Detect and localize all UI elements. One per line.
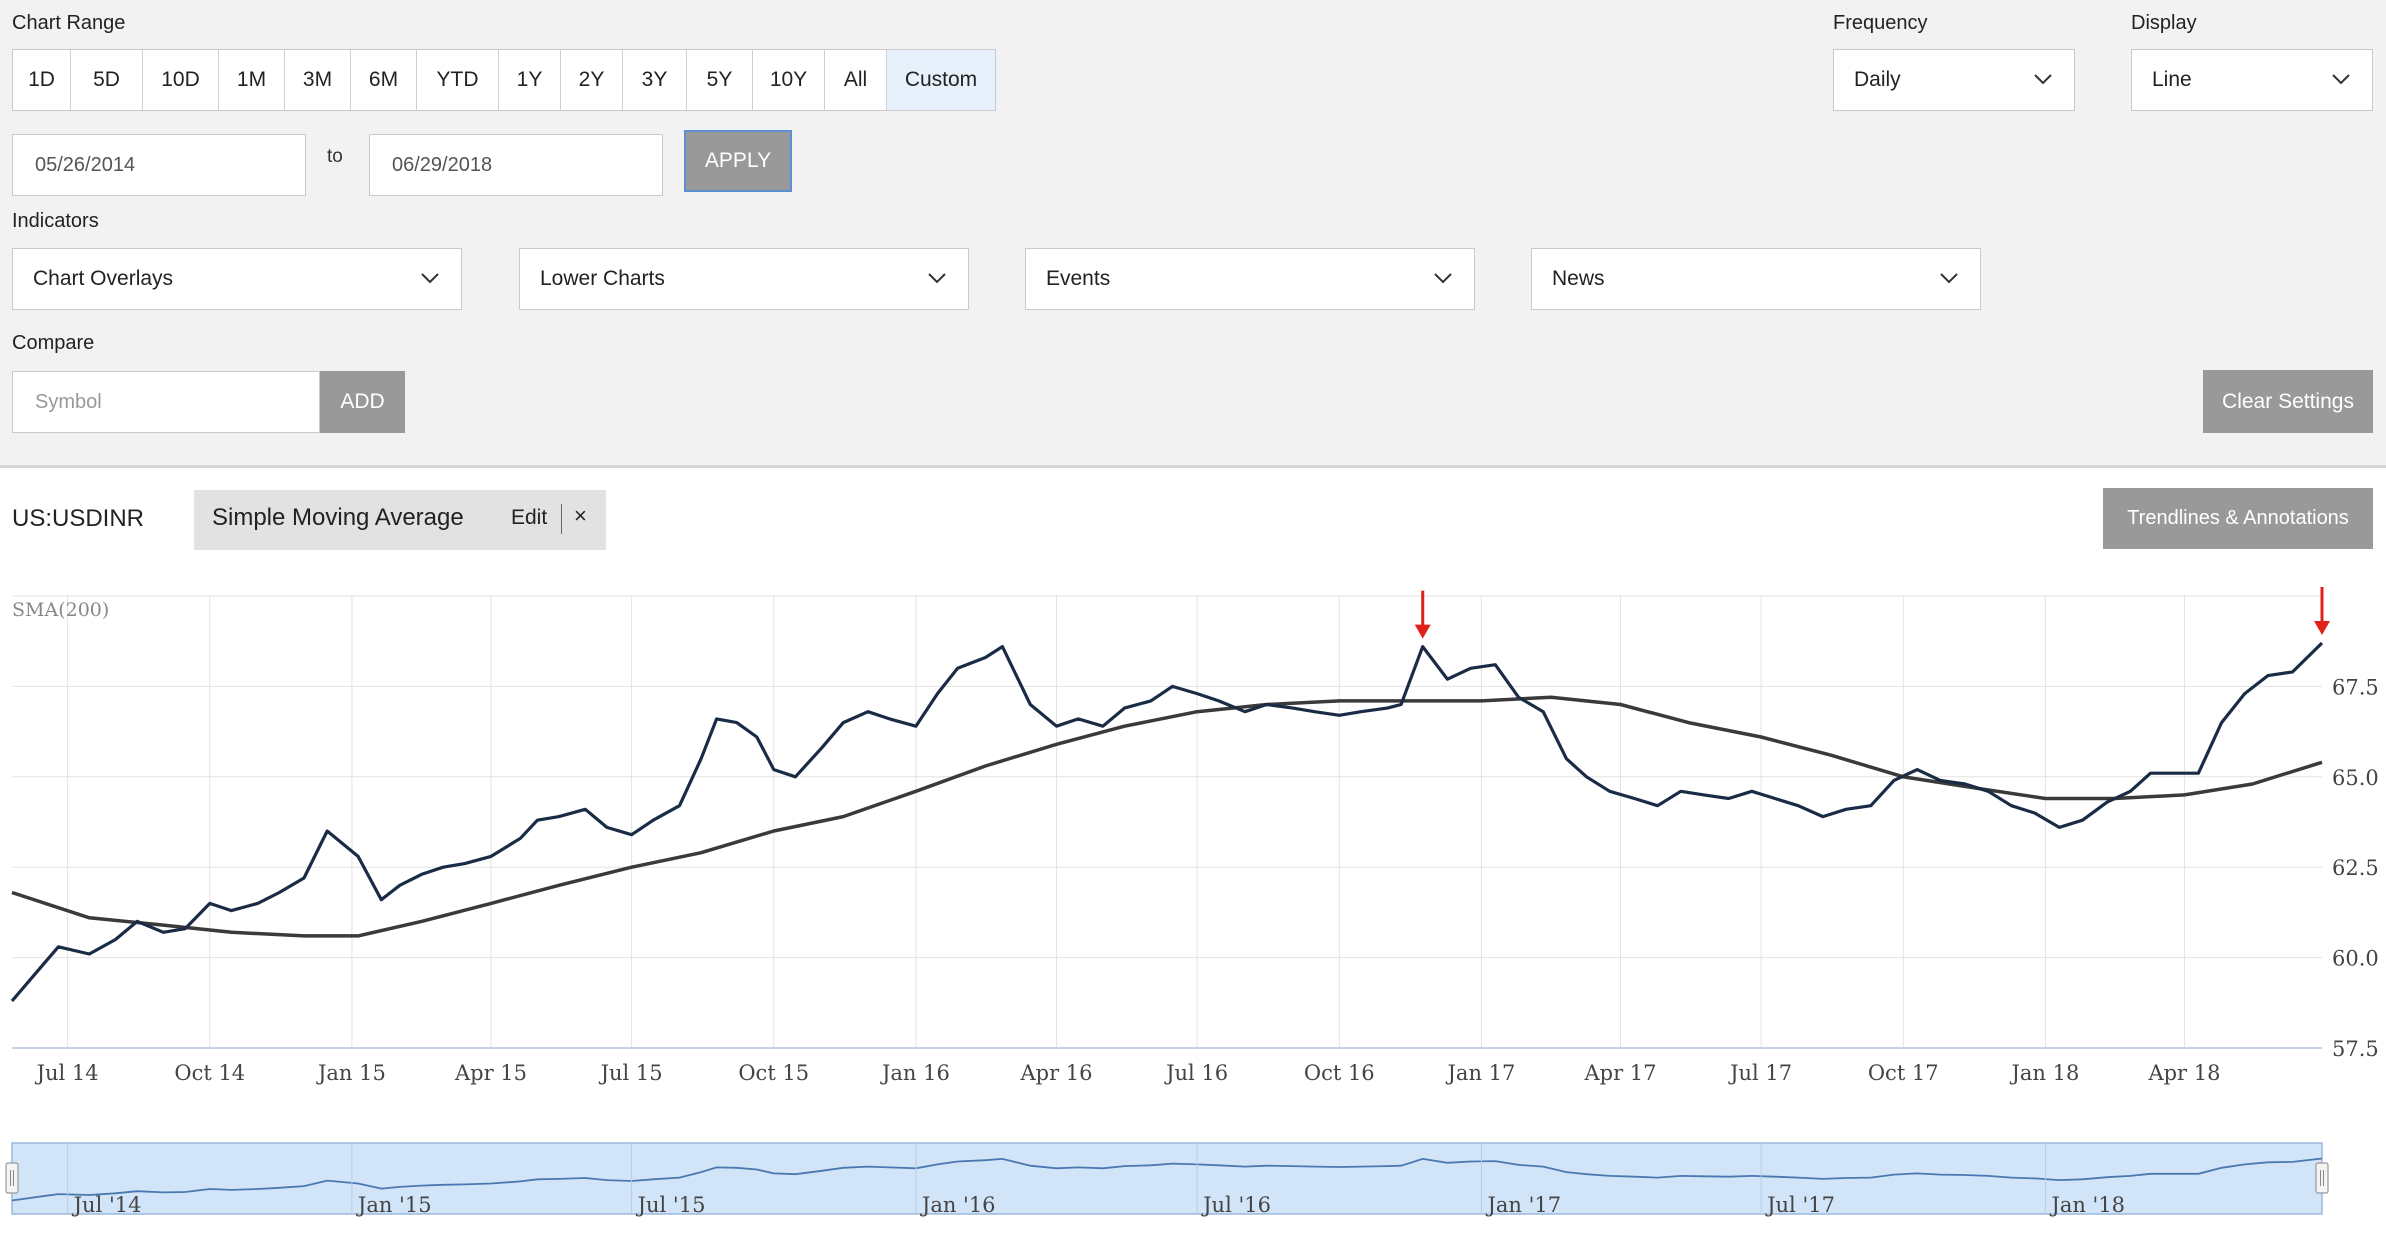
navigator-tick-label: Jan '18 [2049, 1193, 2125, 1217]
frequency-label: Frequency [1833, 12, 1928, 34]
clear-settings-button[interactable]: Clear Settings [2203, 370, 2373, 433]
range-button-5d[interactable]: 5D [71, 50, 143, 110]
x-tick-label: Jan 16 [880, 1061, 950, 1085]
y-tick-label: 67.5 [2332, 675, 2379, 699]
chevron-down-icon [421, 273, 439, 284]
x-tick-label: Jul 14 [35, 1061, 99, 1085]
overlay-name: Simple Moving Average [212, 504, 464, 531]
x-tick-label: Oct 14 [174, 1061, 245, 1085]
settings-panel: Chart Range 1D 5D 10D 1M 3M 6M YTD 1Y 2Y 3Y 5Y 10Y A… [0, 0, 2386, 468]
range-button-1m[interactable]: 1M [219, 50, 285, 110]
y-tick-label: 57.5 [2332, 1037, 2379, 1061]
indicator-dropdown-label: Lower Charts [540, 267, 665, 290]
navigator-left-handle[interactable] [5, 1162, 19, 1194]
y-tick-label: 62.5 [2332, 856, 2379, 880]
chart-range-label: Chart Range [12, 12, 126, 34]
price-chart: Jul 14 Oct 14 Jan 15 Apr 15 Jul 15 Oct 15 Jan … [5, 587, 2379, 1217]
indicator-dropdown-chart-overlays[interactable]: Chart Overlays [12, 248, 462, 310]
x-tick-label: Apr 15 [454, 1061, 527, 1085]
display-select[interactable]: Line [2131, 49, 2373, 111]
navigator-tick-label: Jul '17 [1765, 1193, 1835, 1217]
indicator-dropdown-events[interactable]: Events [1025, 248, 1475, 310]
range-button-all[interactable]: All [825, 50, 887, 110]
display-label: Display [2131, 12, 2197, 34]
annotation-arrow-head [1414, 624, 1431, 639]
x-tick-label: Jan 15 [316, 1061, 386, 1085]
x-tick-label: Jul 17 [1728, 1061, 1792, 1085]
range-button-10y[interactable]: 10Y [753, 50, 825, 110]
range-button-6m[interactable]: 6M [351, 50, 417, 110]
frequency-value: Daily [1854, 68, 1901, 91]
separator [561, 504, 562, 534]
range-button-3y[interactable]: 3Y [623, 50, 687, 110]
range-button-ytd[interactable]: YTD [417, 50, 499, 110]
x-tick-label: Jan 18 [2009, 1061, 2079, 1085]
indicator-dropdown-lower-charts[interactable]: Lower Charts [519, 248, 969, 310]
chevron-down-icon [1940, 273, 1958, 284]
chevron-down-icon [2332, 74, 2350, 85]
x-tick-label: Oct 15 [738, 1061, 809, 1085]
indicator-dropdown-label: Events [1046, 267, 1111, 290]
range-button-10d[interactable]: 10D [143, 50, 219, 110]
date-from-input[interactable]: 05/26/2014 [12, 134, 306, 196]
frequency-select[interactable]: Daily [1833, 49, 2075, 111]
range-button-5y[interactable]: 5Y [687, 50, 753, 110]
y-tick-label: 65.0 [2332, 766, 2379, 790]
indicator-dropdown-label: Chart Overlays [33, 267, 174, 290]
date-to-input[interactable]: 06/29/2018 [369, 134, 663, 196]
chevron-down-icon [2034, 74, 2052, 85]
add-button[interactable]: ADD [320, 371, 405, 433]
symbol-input[interactable]: Symbol [12, 371, 320, 433]
indicator-dropdown-news[interactable]: News [1531, 248, 1981, 310]
range-button-1y[interactable]: 1Y [499, 50, 561, 110]
indicator-dropdown-label: News [1552, 267, 1605, 290]
x-tick-label: Jan 17 [1446, 1061, 1516, 1085]
overlay-tag: Simple Moving Average Edit × [194, 490, 606, 550]
range-button-2y[interactable]: 2Y [561, 50, 623, 110]
navigator-tick-label: Jul '15 [636, 1193, 706, 1217]
navigator-tick-label: Jan '15 [356, 1193, 432, 1217]
indicators-label: Indicators [12, 210, 99, 232]
trendlines-annotations-button[interactable]: Trendlines & Annotations [2103, 488, 2373, 549]
annotation-arrow-head [2314, 621, 2330, 636]
display-value: Line [2152, 68, 2192, 91]
chevron-down-icon [928, 273, 946, 284]
x-tick-label: Apr 16 [1019, 1061, 1092, 1085]
navigator-tick-label: Jul '16 [1201, 1193, 1271, 1217]
x-tick-label: Jul 16 [1164, 1061, 1228, 1085]
navigator-tick-label: Jul '14 [72, 1193, 142, 1217]
price-line [10, 641, 2324, 1003]
x-tick-label: Jul 15 [599, 1061, 663, 1085]
range-button-custom[interactable]: Custom [887, 50, 995, 110]
apply-button[interactable]: APPLY [684, 130, 792, 192]
x-tick-label: Apr 18 [2147, 1061, 2220, 1085]
x-tick-label: Oct 16 [1304, 1061, 1375, 1085]
navigator-tick-label: Jan '17 [1485, 1193, 1561, 1217]
close-overlay-icon[interactable]: × [574, 503, 587, 529]
symbol-label: US:USDINR [12, 505, 145, 532]
y-tick-label: 60.0 [2332, 947, 2379, 971]
range-button-1d[interactable]: 1D [13, 50, 71, 110]
sma-200-line [11, 695, 2323, 938]
x-tick-label: Oct 17 [1868, 1061, 1939, 1085]
range-button-3m[interactable]: 3M [285, 50, 351, 110]
to-label: to [327, 146, 343, 167]
chevron-down-icon [1434, 273, 1452, 284]
x-tick-label: Apr 17 [1583, 1061, 1656, 1085]
navigator-right-handle[interactable] [2315, 1162, 2329, 1194]
compare-label: Compare [12, 332, 95, 354]
edit-overlay-button[interactable]: Edit [511, 506, 547, 530]
navigator-tick-label: Jan '16 [920, 1193, 996, 1217]
chart-range-buttons: 1D 5D 10D 1M 3M 6M YTD 1Y 2Y 3Y 5Y 10Y All Custom [12, 49, 996, 111]
sma-label: SMA(200) [12, 599, 109, 621]
